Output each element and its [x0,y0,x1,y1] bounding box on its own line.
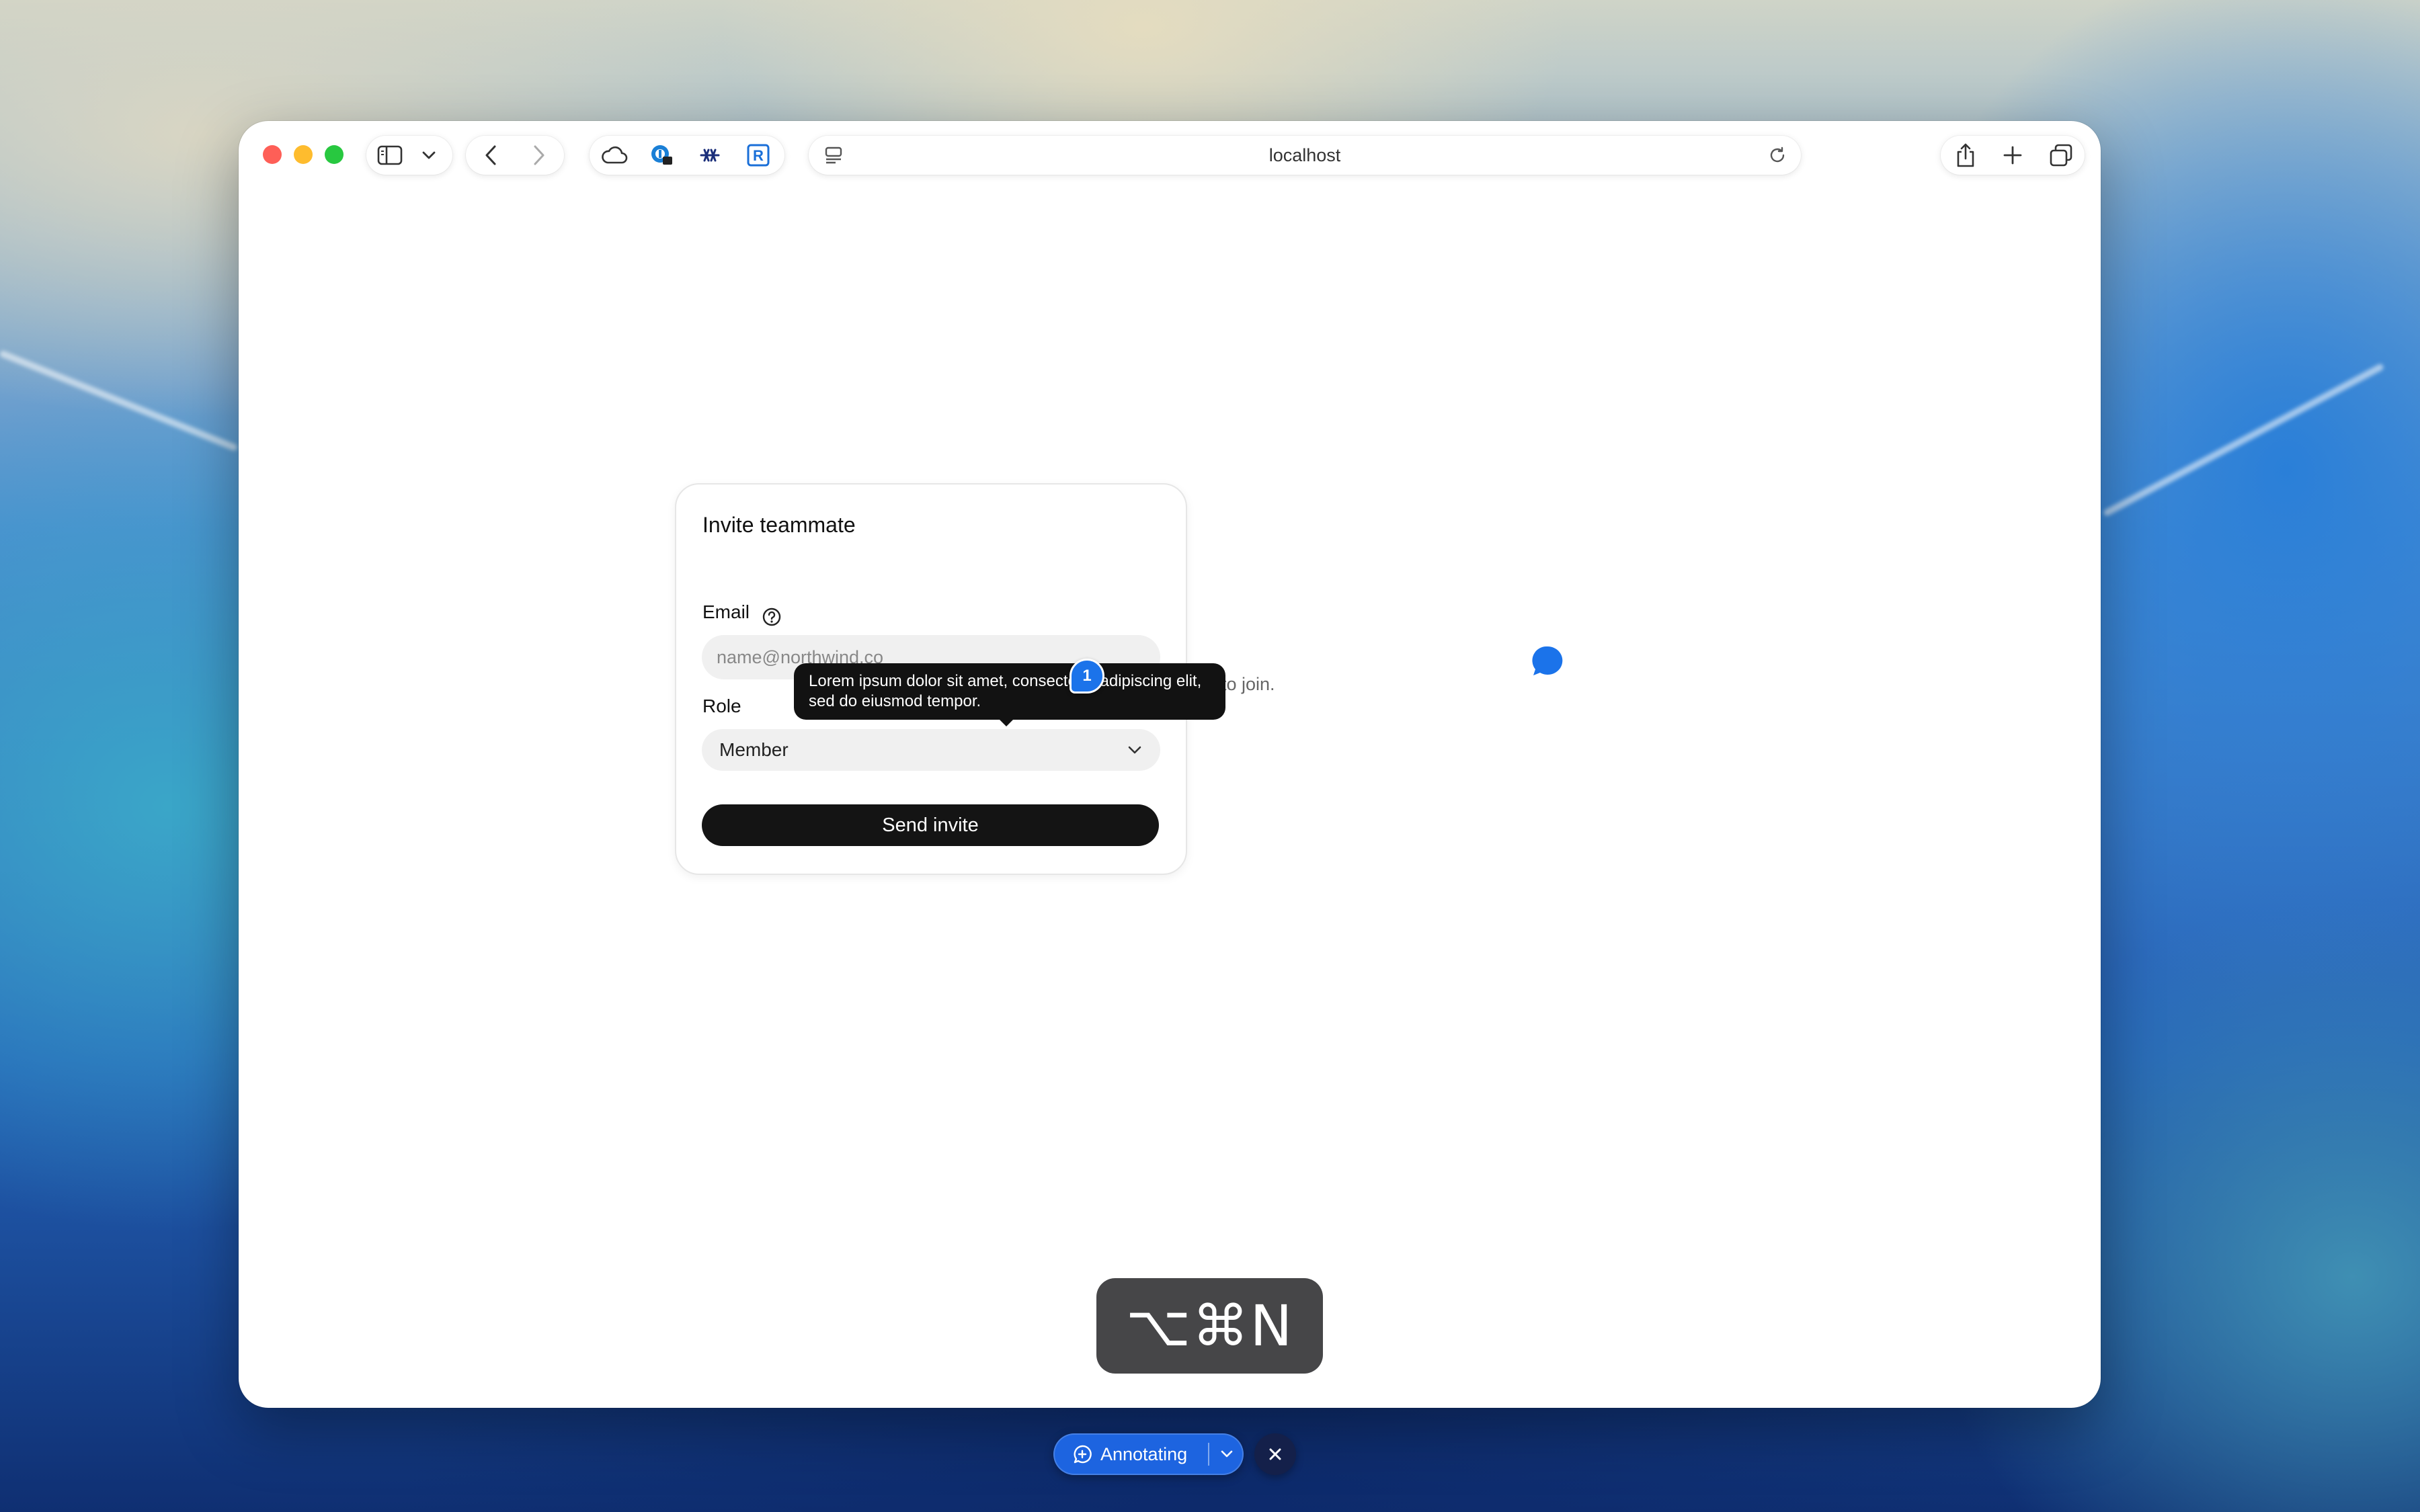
password-extension-icon[interactable] [642,136,681,175]
help-icon[interactable] [762,607,782,627]
close-window-button[interactable] [263,145,282,164]
svg-text:R: R [753,147,764,164]
tab-overview-icon[interactable] [2042,136,2081,175]
forward-icon[interactable] [520,136,559,175]
close-annotating-button[interactable] [1254,1433,1296,1475]
extensions-bar: R [590,136,784,175]
comment-icon[interactable] [1529,642,1566,680]
zoom-window-button[interactable] [325,145,344,164]
annotating-toggle[interactable]: Annotating [1053,1433,1244,1475]
card-description-visible: to join. [1221,674,1275,694]
close-icon [1269,1448,1281,1460]
help-tooltip: Lorem ipsum dolor sit amet, consectetur … [794,663,1225,726]
minimize-window-button[interactable] [294,145,313,164]
role-label: Role [702,696,741,716]
sidebar-icon[interactable] [370,136,409,175]
chevron-down-icon [1221,1450,1232,1458]
navigation-controls [466,136,564,175]
reload-icon[interactable] [1758,136,1797,175]
r-extension-icon[interactable]: R [739,136,778,175]
add-comment-icon [1074,1445,1092,1464]
keyboard-shortcut-hud: ⌥⌘N [1096,1278,1323,1374]
send-invite-button[interactable]: Send invite [702,804,1159,846]
address-bar[interactable]: localhost [809,136,1801,175]
chevron-down-icon [1128,746,1141,754]
card-title: Invite teammate [702,513,856,537]
share-icon[interactable] [1946,136,1985,175]
wallpaper-streak [0,349,239,452]
chevron-down-icon[interactable] [409,136,448,175]
annotating-button[interactable]: Annotating [1053,1433,1208,1475]
browser-toolbar: R localhost [239,121,2101,188]
cloud-icon[interactable] [595,136,634,175]
back-icon[interactable] [471,136,510,175]
annotating-label: Annotating [1100,1443,1188,1464]
annotating-options-button[interactable] [1209,1433,1244,1475]
role-select[interactable]: Member [702,729,1160,771]
email-label: Email [702,601,750,622]
wallpaper-streak [2102,362,2385,517]
annotation-marker[interactable]: 1 [1070,659,1104,694]
asterisk-extension-icon[interactable] [690,136,729,175]
sidebar-controls [366,136,452,175]
role-select-value: Member [719,739,789,760]
url-text: localhost [1268,144,1341,165]
window-actions [1941,136,2085,175]
new-tab-icon[interactable] [1993,136,2032,175]
